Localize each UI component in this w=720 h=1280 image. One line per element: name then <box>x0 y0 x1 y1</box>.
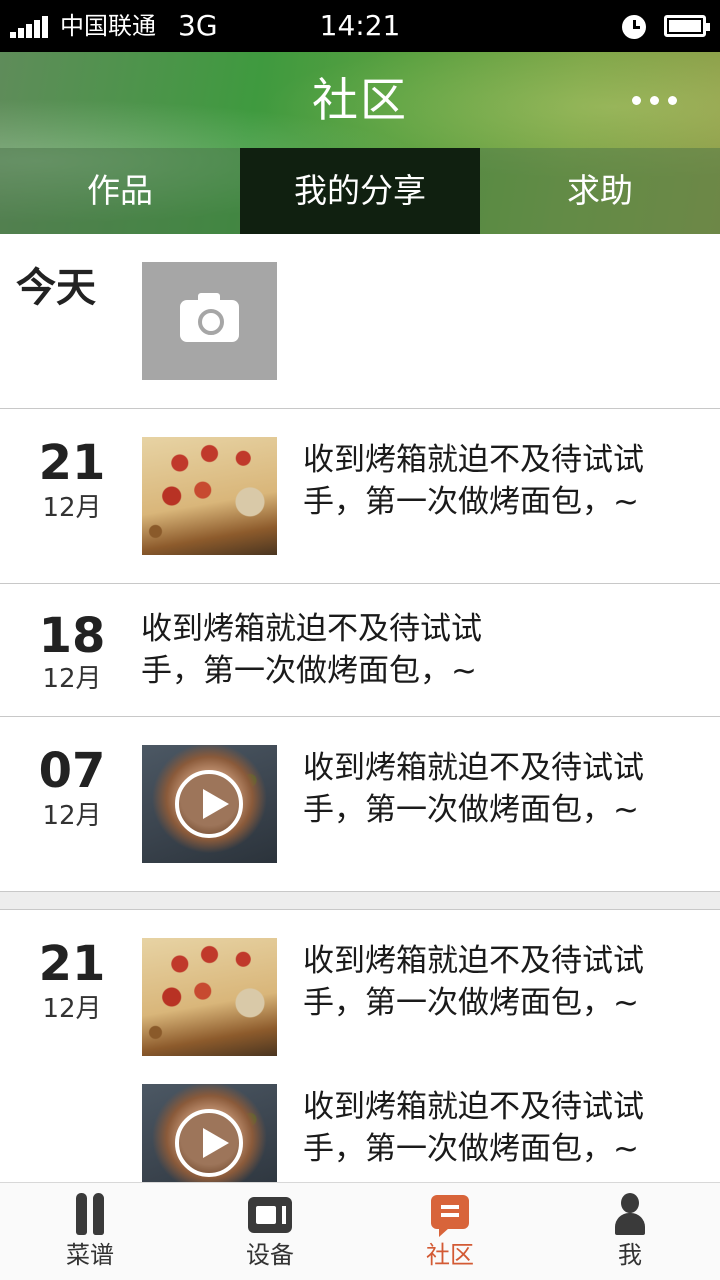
nav-community[interactable]: 社区 <box>360 1183 540 1280</box>
post-description: 收到烤箱就迫不及待试试 手，第一次做烤面包，~ <box>303 439 644 523</box>
share-list: 今天 21 12月 收到烤箱就迫不及待试试 手，第一次做烤面包，~ 18 12月… <box>0 234 720 1202</box>
status-time: 14:21 <box>319 9 401 42</box>
list-item[interactable]: 07 12月 收到烤箱就迫不及待试试 手，第一次做烤面包，~ <box>0 717 720 892</box>
post-text-line: 手，第一次做烤面包，~ <box>303 792 639 828</box>
today-label: 今天 <box>16 265 96 311</box>
community-icon <box>431 1195 469 1237</box>
page-title: 社区 <box>312 73 408 127</box>
post-day: 18 <box>38 608 106 664</box>
post-month: 12月 <box>42 801 102 831</box>
post-text-line: 手，第一次做烤面包，~ <box>141 653 477 689</box>
tab-works[interactable]: 作品 <box>0 148 240 234</box>
post-text-line: 手，第一次做烤面包，~ <box>303 1131 639 1167</box>
fork-knife-icon <box>74 1193 106 1235</box>
tab-bar: 作品 我的分享 求助 <box>0 148 720 234</box>
post-description: 收到烤箱就迫不及待试试 手，第一次做烤面包，~ <box>141 608 482 692</box>
post-thumbnail[interactable] <box>142 938 277 1056</box>
post-month: 12月 <box>42 994 102 1024</box>
more-options-icon[interactable] <box>632 94 678 108</box>
add-photo-button[interactable] <box>142 262 277 380</box>
post-text-line: 手，第一次做烤面包，~ <box>303 484 639 520</box>
post-text-line: 收到烤箱就迫不及待试试 <box>141 611 482 647</box>
device-icon <box>248 1197 292 1233</box>
post-description[interactable]: 收到烤箱就迫不及待试试 手，第一次做烤面包，~ <box>303 940 644 1024</box>
post-text-line: 手，第一次做烤面包，~ <box>303 985 639 1021</box>
post-description[interactable]: 收到烤箱就迫不及待试试 手，第一次做烤面包，~ <box>303 1086 644 1170</box>
post-thumbnail[interactable] <box>142 437 277 555</box>
post-text-line: 收到烤箱就迫不及待试试 <box>303 1089 644 1125</box>
nav-label: 社区 <box>426 1241 474 1269</box>
bottom-nav: 菜谱 设备 社区 我 <box>0 1182 720 1280</box>
play-icon[interactable] <box>175 770 243 838</box>
post-day: 07 <box>38 743 106 799</box>
nav-recipes[interactable]: 菜谱 <box>0 1183 180 1280</box>
post-text-line: 收到烤箱就迫不及待试试 <box>303 750 644 786</box>
post-month: 12月 <box>42 493 102 523</box>
post-video-thumbnail[interactable] <box>142 745 277 863</box>
post-day: 21 <box>38 936 106 992</box>
list-item[interactable]: 21 12月 收到烤箱就迫不及待试试 手，第一次做烤面包，~ <box>0 409 720 584</box>
app-screen: 中国联通 3G 14:21 社区 作品 我的分享 求助 今天 21 12月 收到… <box>0 0 720 1280</box>
camera-icon <box>180 293 239 342</box>
post-month: 12月 <box>42 664 102 694</box>
list-group: 21 12月 收到烤箱就迫不及待试试 手，第一次做烤面包，~ 收到烤箱就迫不及待… <box>0 910 720 1202</box>
battery-icon <box>664 15 710 37</box>
tab-my-share[interactable]: 我的分享 <box>240 148 480 234</box>
nav-label: 设备 <box>246 1241 294 1269</box>
nav-label: 菜谱 <box>66 1241 114 1269</box>
post-text-line: 收到烤箱就迫不及待试试 <box>303 442 644 478</box>
post-day: 21 <box>38 435 106 491</box>
person-icon <box>615 1193 645 1235</box>
post-text-line: 收到烤箱就迫不及待试试 <box>303 943 644 979</box>
status-bar: 中国联通 3G 14:21 <box>0 0 720 52</box>
alarm-clock-icon <box>622 15 646 39</box>
list-item[interactable]: 18 12月 收到烤箱就迫不及待试试 手，第一次做烤面包，~ <box>0 584 720 717</box>
play-icon[interactable] <box>175 1109 243 1177</box>
nav-me[interactable]: 我 <box>540 1183 720 1280</box>
post-description: 收到烤箱就迫不及待试试 手，第一次做烤面包，~ <box>303 747 644 831</box>
tab-help[interactable]: 求助 <box>480 148 720 234</box>
nav-label: 我 <box>618 1241 642 1269</box>
today-row: 今天 <box>0 234 720 409</box>
nav-devices[interactable]: 设备 <box>180 1183 360 1280</box>
header: 社区 作品 我的分享 求助 <box>0 52 720 234</box>
section-divider <box>0 892 720 910</box>
